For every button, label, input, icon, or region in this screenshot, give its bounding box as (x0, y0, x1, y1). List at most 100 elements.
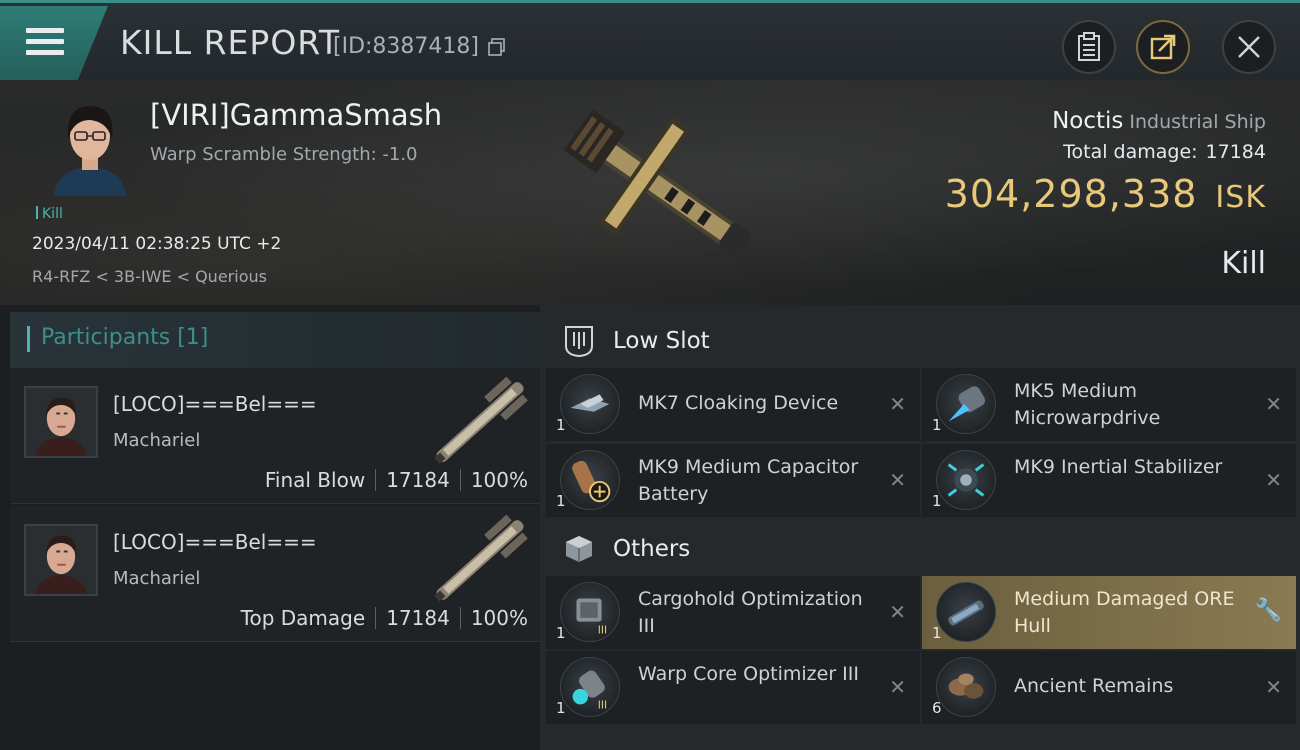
copy-icon[interactable] (487, 37, 507, 57)
participant-avatar[interactable] (24, 524, 98, 596)
warp-scramble-strength: Warp Scramble Strength: -1.0 (150, 144, 418, 165)
header-bar: KILL REPORT [ID:8387418] (0, 0, 1300, 80)
participant-name: [LOCO]===Bel=== (113, 392, 317, 416)
kill-timestamp: 2023/04/11 02:38:25 UTC +2 (32, 234, 282, 254)
close-button[interactable] (1222, 20, 1276, 74)
isk-unit: ISK (1215, 180, 1266, 215)
participant-damage: 17184 (386, 468, 450, 492)
participant-stats: Top Damage 17184 100% (241, 606, 528, 630)
kill-location[interactable]: R4-RFZ < 3B-IWE < Querious (32, 267, 267, 286)
low-slot-header: Low Slot (548, 310, 1300, 372)
report-id: [ID:8387418] (333, 34, 479, 59)
stat-divider (375, 607, 377, 629)
participant-ship-image[interactable] (420, 372, 540, 472)
cargohold-optimization-icon: III (560, 582, 620, 642)
victim-name[interactable]: [VIRI]GammaSmash (150, 98, 442, 132)
kill-type-tag: Kill (36, 206, 63, 222)
participant-stats: Final Blow 17184 100% (265, 468, 528, 492)
item-name: Ancient Remains (1014, 675, 1174, 697)
destroyed-icon: ✕ (1265, 392, 1282, 416)
participant-ship: Machariel (113, 568, 201, 589)
item-name: MK5 Medium Microwarpdrive (1014, 380, 1161, 429)
item-quantity: 1 (932, 492, 942, 510)
participant-damage: 17184 (386, 606, 450, 630)
participant-role: Top Damage (240, 606, 366, 630)
participant-ship: Machariel (113, 430, 201, 451)
destroyed-icon: ✕ (889, 675, 906, 699)
box-icon (566, 536, 592, 562)
cargo-item[interactable]: III 1 Cargohold Optimization III ✕ (546, 576, 920, 649)
participant-row[interactable]: [LOCO]===Bel=== Machariel Final Blow 1718… (10, 368, 540, 504)
hamburger-icon[interactable] (26, 28, 64, 58)
item-quantity: 1 (932, 416, 942, 434)
ship-name: Noctis (1052, 108, 1124, 134)
item-quantity: 1 (556, 492, 566, 510)
menu-tab[interactable] (0, 6, 108, 80)
destroyed-icon: ✕ (1265, 468, 1282, 492)
damaged-hull-icon (936, 582, 996, 642)
item-name: Warp Core Optimizer III (638, 663, 859, 685)
participant-percent: 100% (470, 606, 528, 630)
item-quantity: 1 (556, 699, 566, 717)
destroyed-icon: ✕ (889, 600, 906, 624)
item-quantity: 1 (556, 416, 566, 434)
page-title: KILL REPORT (120, 23, 340, 62)
microwarpdrive-icon (936, 374, 996, 434)
stat-divider (459, 469, 461, 491)
wrench-icon[interactable]: 🔧 (1255, 598, 1282, 623)
isk-value: 304,298,338 ISK (945, 172, 1266, 216)
inertial-stabilizer-icon (936, 450, 996, 510)
cargo-item[interactable]: 6 Ancient Remains ✕ (922, 651, 1296, 724)
participant-avatar[interactable] (24, 386, 98, 458)
clipboard-button[interactable] (1062, 20, 1116, 74)
clipboard-icon (1078, 32, 1100, 61)
others-title: Others (613, 536, 691, 562)
participant-ship-image[interactable] (420, 510, 540, 610)
module-item[interactable]: 1 MK9 Inertial Stabilizer ✕ (922, 444, 1296, 517)
isk-amount: 304,298,338 (944, 172, 1198, 216)
victim-avatar[interactable] (46, 92, 134, 196)
item-quantity: 1 (556, 624, 566, 642)
module-item[interactable]: 1 MK9 Medium Capacitor Battery ✕ (546, 444, 920, 517)
item-quantity: 1 (932, 624, 942, 642)
module-item[interactable]: 1 MK7 Cloaking Device ✕ (546, 368, 920, 441)
item-name: MK7 Cloaking Device (638, 392, 839, 414)
destroyed-icon: ✕ (889, 468, 906, 492)
total-damage: Total damage: 17184 (1063, 141, 1266, 163)
total-damage-label: Total damage: (1063, 141, 1198, 163)
low-slot-title: Low Slot (613, 328, 710, 354)
svg-text:III: III (598, 623, 607, 636)
share-button[interactable] (1136, 20, 1190, 74)
ancient-remains-icon (936, 657, 996, 717)
close-icon (1238, 36, 1260, 58)
item-name: Cargohold Optimization III (638, 588, 863, 637)
participant-percent: 100% (470, 468, 528, 492)
victim-ship-image[interactable] (540, 92, 780, 282)
kill-result: Kill (1221, 246, 1266, 281)
header-accent-bar (27, 326, 30, 352)
participant-row[interactable]: [LOCO]===Bel=== Machariel Top Damage 1718… (10, 506, 540, 642)
participant-name: [LOCO]===Bel=== (113, 530, 317, 554)
victim-ship[interactable]: Noctis Industrial Ship (1052, 108, 1266, 134)
cloaking-device-icon (560, 374, 620, 434)
low-slot-icon (565, 326, 593, 358)
item-name: MK9 Inertial Stabilizer (1014, 456, 1223, 478)
cargo-item-dropped[interactable]: 1 Medium Damaged ORE Hull 🔧 (922, 576, 1296, 649)
stat-divider (459, 607, 461, 629)
module-item[interactable]: 1 MK5 Medium Microwarpdrive ✕ (922, 368, 1296, 441)
svg-text:III: III (598, 698, 607, 711)
item-name: MK9 Medium Capacitor Battery (638, 456, 859, 505)
cargo-item[interactable]: III 1 Warp Core Optimizer III ✕ (546, 651, 920, 724)
share-icon (1150, 34, 1176, 60)
stat-divider (375, 469, 377, 491)
participants-header[interactable]: Participants [1] (10, 312, 540, 368)
item-name: Medium Damaged ORE Hull (1014, 588, 1235, 637)
warp-core-optimizer-icon: III (560, 657, 620, 717)
kill-type-label: Kill (42, 206, 63, 222)
destroyed-icon: ✕ (1265, 675, 1282, 699)
total-damage-value: 17184 (1205, 141, 1266, 163)
item-quantity: 6 (932, 699, 942, 717)
participants-title: Participants [1] (41, 325, 209, 350)
destroyed-icon: ✕ (889, 392, 906, 416)
ship-class: Industrial Ship (1129, 111, 1266, 133)
